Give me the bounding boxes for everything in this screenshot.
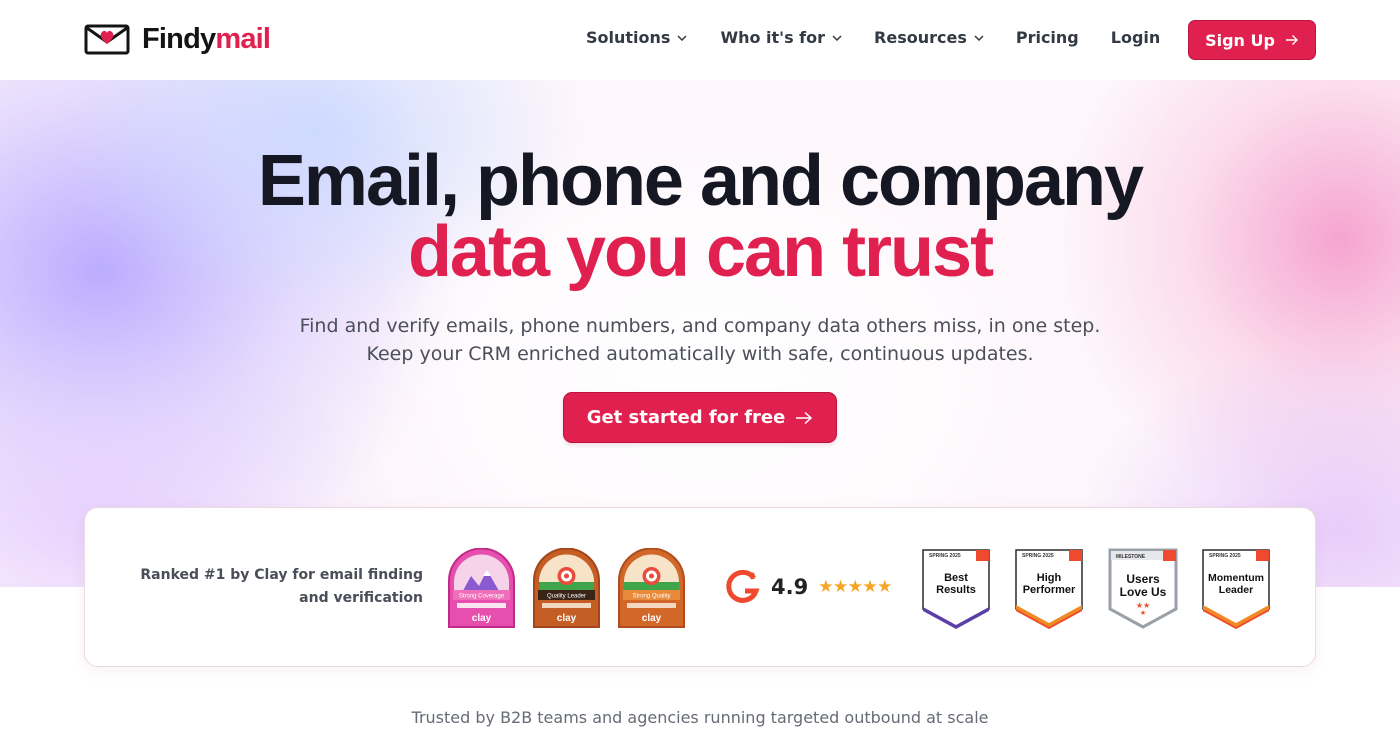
g2-badge-season: SPRING 2025 — [929, 553, 961, 559]
g2-badge-momentum-leader: SPRING 2025 Momentum Leader — [1202, 549, 1270, 629]
nav-solutions-label: Solutions — [586, 28, 671, 47]
nav-pricing-label: Pricing — [1015, 28, 1079, 47]
g2-badge-season: SPRING 2025 — [1209, 553, 1241, 559]
arrow-right-icon — [1285, 35, 1298, 45]
get-started-label: Get started for free — [586, 407, 786, 428]
g2-badge-line2: Results — [936, 584, 976, 596]
clay-badge-quality-leader: Quality Leader clay — [533, 548, 600, 628]
nav-resources[interactable]: Resources — [874, 28, 984, 47]
g2-badge-line2: Love Us — [1120, 585, 1167, 599]
hero-subtitle-line1: Find and verify emails, phone numbers, a… — [299, 315, 1101, 337]
five-stars-icon: ★★★★★ — [818, 577, 892, 597]
nav-solutions[interactable]: Solutions — [586, 28, 687, 47]
nav-login[interactable]: Login — [1111, 28, 1161, 47]
clay-brand-label: clay — [557, 613, 577, 624]
g2-badge-season: MILESTONE — [1116, 554, 1146, 560]
g2-logo-icon: 2 — [726, 569, 760, 603]
g2-badge-season: SPRING 2025 — [1022, 553, 1054, 559]
star-icon: ★ — [1140, 609, 1146, 617]
nav-resources-label: Resources — [874, 28, 967, 47]
g2-badge-line1: High — [1037, 572, 1062, 584]
clay-ranking-text: Ranked #1 by Clay for email finding and … — [140, 564, 423, 610]
hero-headline-line2: data you can trust — [407, 212, 994, 292]
get-started-button[interactable]: Get started for free — [563, 392, 837, 443]
clay-badge-label: Strong Quality — [632, 594, 670, 600]
hero-headline-line1: Email, phone and company — [257, 141, 1144, 221]
clay-brand-label: clay — [472, 613, 492, 624]
trusted-by-text: Trusted by B2B teams and agencies runnin… — [411, 708, 989, 727]
arrow-right-icon — [796, 411, 813, 424]
svg-text:2: 2 — [750, 571, 755, 581]
nav-pricing[interactable]: Pricing — [1016, 28, 1079, 47]
awards-card: Ranked #1 by Clay for email finding and … — [84, 507, 1316, 667]
top-navbar: Findymail Solutions Who it's for Resourc… — [0, 0, 1400, 80]
g2-badge-line2: Leader — [1219, 584, 1253, 596]
clay-badge-label: Quality Leader — [547, 594, 586, 600]
nav-menu: Solutions Who it's for Resources Pricing… — [586, 28, 1160, 47]
findymail-logo[interactable]: Findymail — [84, 22, 271, 56]
clay-ranking-line1: Ranked #1 by Clay for email finding — [140, 567, 423, 583]
g2-badge-line2: Performer — [1023, 584, 1076, 596]
clay-badge-label: Strong Coverage — [459, 594, 505, 600]
envelope-heart-icon — [84, 24, 130, 55]
nav-who-its-for[interactable]: Who it's for — [720, 28, 842, 47]
g2-badge-users-love-us: MILESTONE Users Love Us ★★ ★ — [1108, 548, 1178, 629]
g2-badge-high-performer: SPRING 2025 High Performer — [1015, 549, 1083, 629]
g2-badge-line1: Best — [944, 572, 968, 584]
chevron-down-icon — [677, 34, 687, 41]
sign-up-label: Sign Up — [1205, 30, 1275, 50]
clay-brand-label: clay — [642, 613, 662, 624]
chevron-down-icon — [832, 34, 842, 41]
clay-badge-strong-quality: Strong Quality clay — [618, 548, 685, 628]
g2-badge-line1: Momentum — [1208, 572, 1264, 584]
g2-rating[interactable]: 2 4.9 ★★★★★ — [725, 569, 892, 605]
g2-badge-best-results: SPRING 2025 Best Results — [922, 549, 990, 629]
logo-wordmark: Findymail — [142, 22, 271, 55]
chevron-down-icon — [974, 34, 984, 41]
sign-up-button[interactable]: Sign Up — [1188, 20, 1316, 60]
hero-subtitle-line2: Keep your CRM enriched automatically wit… — [366, 343, 1034, 365]
nav-login-label: Login — [1110, 28, 1161, 47]
g2-badge-line1: Users — [1126, 572, 1160, 586]
g2-rating-value: 4.9 — [771, 575, 809, 599]
nav-who-its-for-label: Who it's for — [720, 28, 826, 47]
clay-badge-strong-coverage: Strong Coverage clay — [448, 548, 515, 628]
clay-ranking-line2: and verification — [299, 590, 423, 606]
